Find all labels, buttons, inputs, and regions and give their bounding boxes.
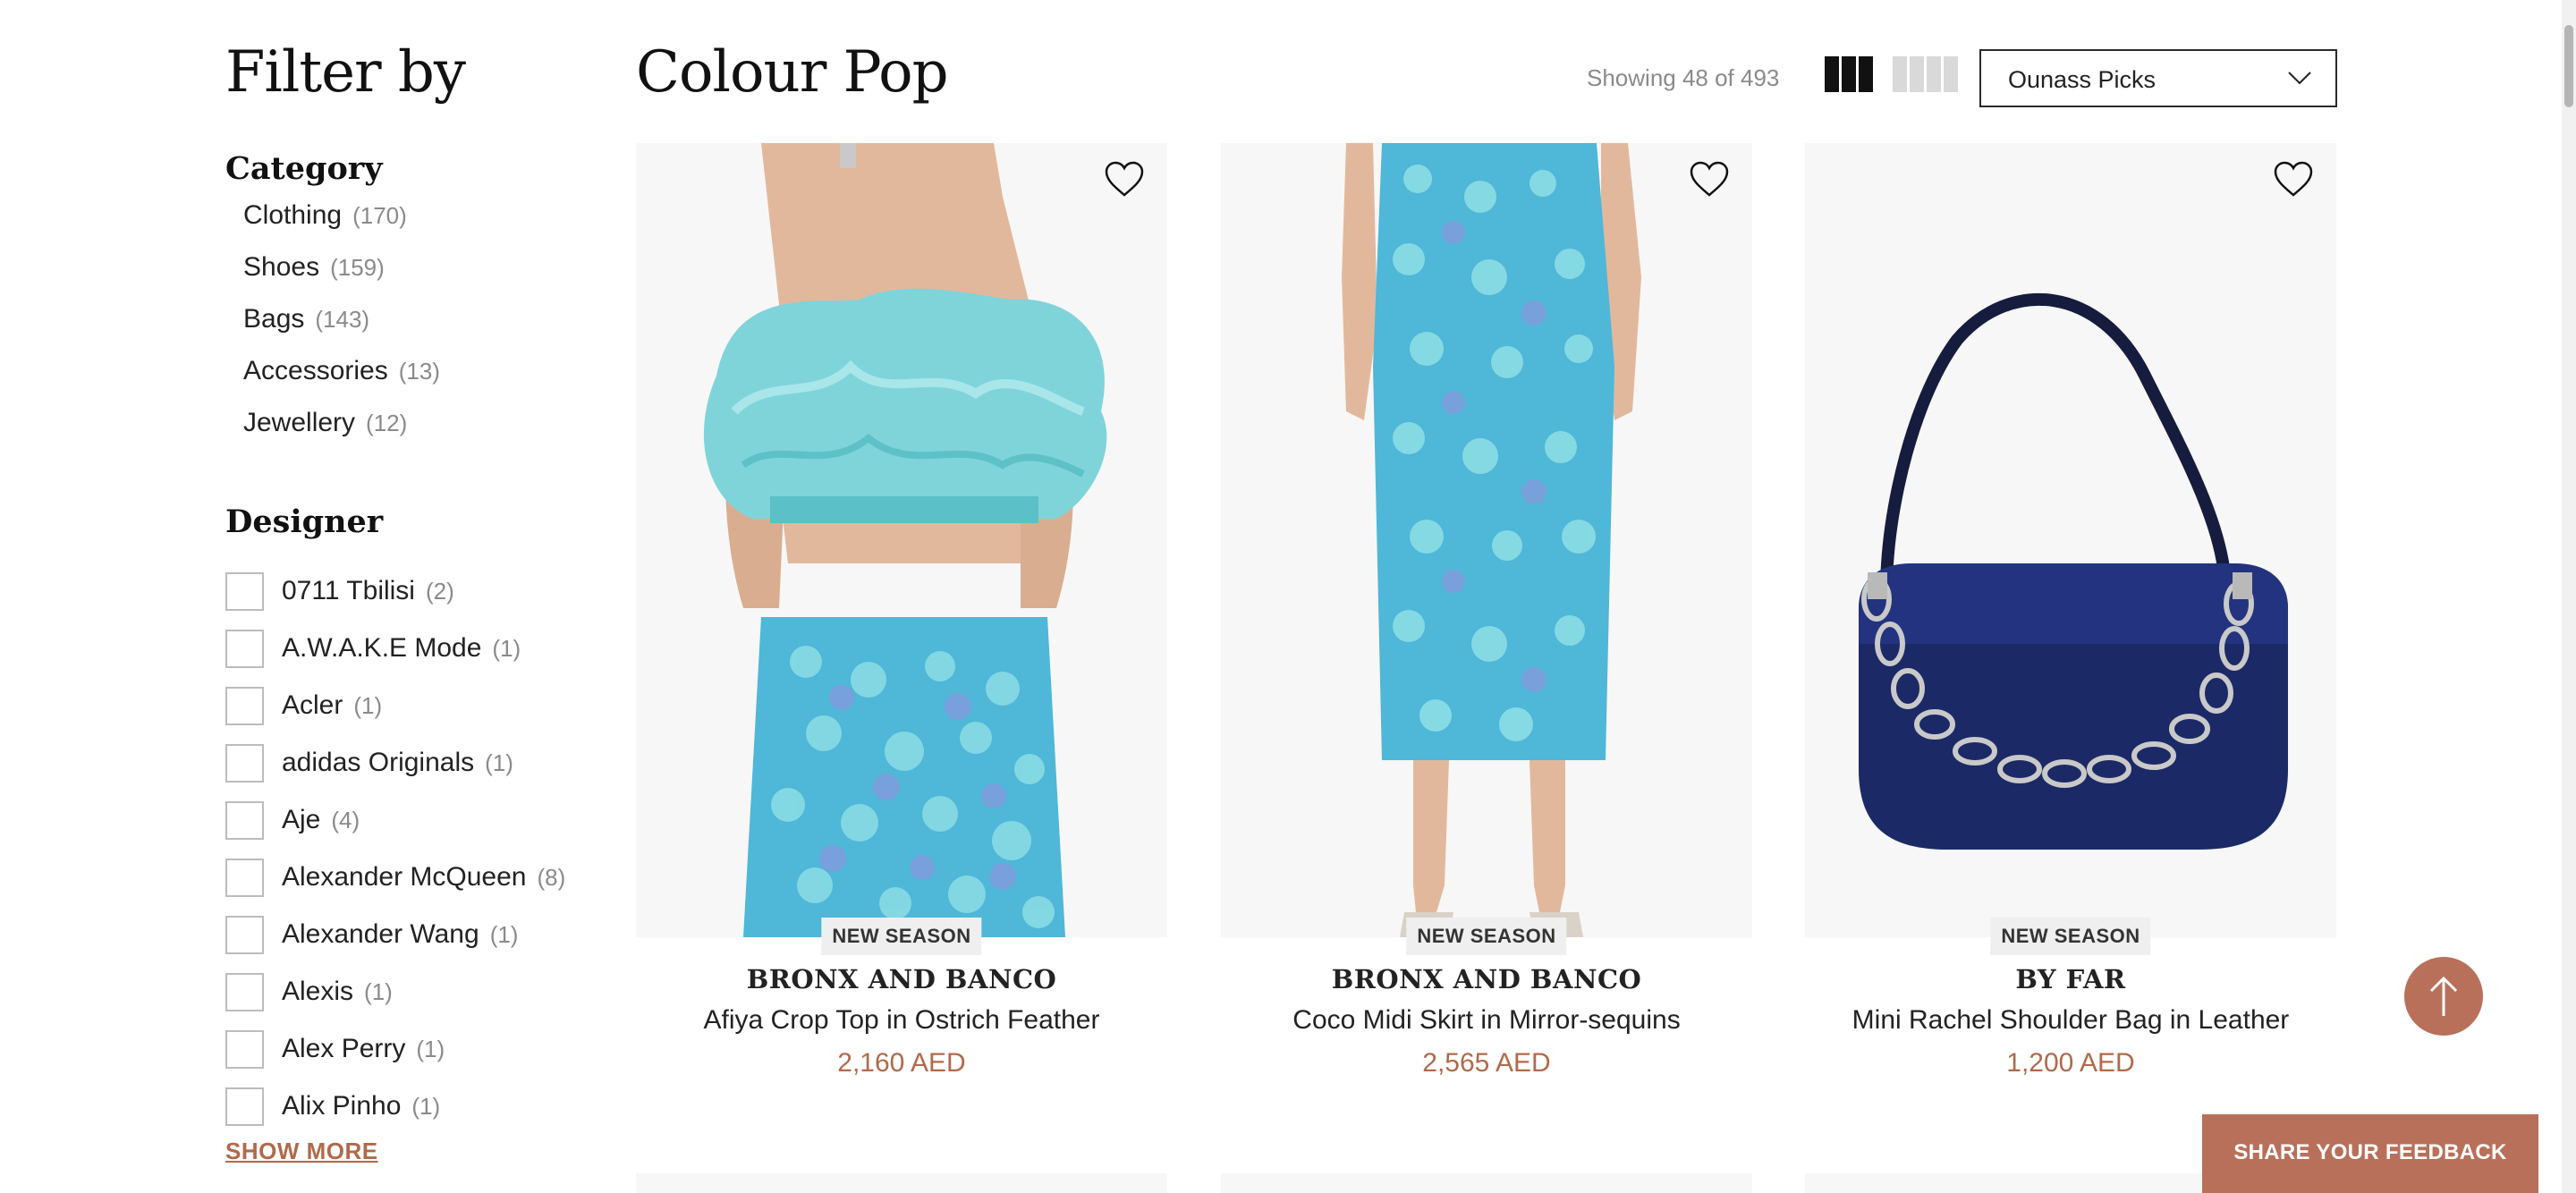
product-price: 2,565 AED xyxy=(1422,1048,1551,1078)
grid-3-columns-icon[interactable] xyxy=(1825,56,1873,92)
designer-label: Alix Pinho xyxy=(282,1091,402,1121)
heart-icon[interactable] xyxy=(1105,161,1144,199)
product-photo-midi-skirt xyxy=(1221,143,1752,937)
product-image[interactable] xyxy=(636,143,1167,937)
product-card-next-row xyxy=(1221,1173,1752,1193)
product-price: 1,200 AED xyxy=(2006,1048,2135,1078)
product-brand: BRONX AND BANCO xyxy=(1331,964,1642,994)
arrow-up-icon xyxy=(2429,976,2458,1016)
category-item-clothing[interactable]: Clothing (170) xyxy=(243,200,440,252)
product-image[interactable] xyxy=(1221,143,1752,937)
category-label: Clothing xyxy=(243,200,343,230)
designer-item[interactable]: Alexander Wang (1) xyxy=(225,906,565,963)
designer-count: (1) xyxy=(353,691,383,719)
designer-label: Alexander McQueen xyxy=(282,862,527,892)
designer-item[interactable]: Alexis (1) xyxy=(225,963,565,1020)
designer-count: (8) xyxy=(537,863,566,891)
designer-item[interactable]: Acler (1) xyxy=(225,677,565,734)
designer-item[interactable]: A.W.A.K.E Mode (1) xyxy=(225,620,565,677)
new-season-badge: NEW SEASON xyxy=(1990,918,2151,955)
category-count: (159) xyxy=(330,254,385,281)
designer-checkbox[interactable] xyxy=(225,743,264,783)
product-brand: BY FAR xyxy=(2015,964,2126,994)
designer-checkbox[interactable] xyxy=(225,686,264,725)
scrollbar-thumb[interactable] xyxy=(2564,25,2573,107)
designer-item[interactable]: Aje (4) xyxy=(225,791,565,849)
chevron-down-icon xyxy=(2288,72,2311,85)
category-count: (12) xyxy=(366,410,408,436)
designer-count: (1) xyxy=(416,1035,445,1062)
designer-label: Acler xyxy=(282,690,343,720)
category-count: (143) xyxy=(315,306,370,333)
page-title: Colour Pop xyxy=(636,39,949,106)
designer-label: Aje xyxy=(282,805,321,834)
product-card-next-row xyxy=(636,1173,1167,1193)
designer-item[interactable]: Alexander McQueen (8) xyxy=(225,849,565,906)
designer-count: (4) xyxy=(331,806,360,833)
designer-checkbox[interactable] xyxy=(225,1087,264,1126)
category-label: Accessories xyxy=(243,356,388,385)
designer-label: Alexis xyxy=(282,977,354,1006)
designer-checkbox[interactable] xyxy=(225,1029,264,1069)
grid-4-columns-icon[interactable] xyxy=(1893,56,1958,92)
product-name[interactable]: Afiya Crop Top in Ostrich Feather xyxy=(636,1005,1167,1036)
page-scrollbar[interactable] xyxy=(2562,0,2576,1193)
sort-dropdown[interactable]: Ounass Picks xyxy=(1979,49,2337,107)
product-photo-shoulder-bag xyxy=(1805,143,2336,937)
designer-label: 0711 Tbilisi xyxy=(282,576,415,605)
share-feedback-button[interactable]: SHARE YOUR FEEDBACK xyxy=(2202,1114,2538,1193)
product-price: 2,160 AED xyxy=(837,1048,966,1078)
category-list: Clothing (170) Shoes (159) Bags (143) Ac… xyxy=(243,200,440,460)
designer-label: Alexander Wang xyxy=(282,919,479,949)
designer-heading: Designer xyxy=(225,503,384,540)
new-season-badge: NEW SEASON xyxy=(821,918,982,955)
product-name[interactable]: Mini Rachel Shoulder Bag in Leather xyxy=(1805,1005,2336,1036)
designer-checkbox[interactable] xyxy=(225,972,264,1011)
category-count: (13) xyxy=(398,358,440,385)
product-name[interactable]: Coco Midi Skirt in Mirror-sequins xyxy=(1221,1005,1752,1036)
heart-icon[interactable] xyxy=(2274,161,2313,199)
designer-label: adidas Originals xyxy=(282,748,475,777)
designer-count: (1) xyxy=(492,634,521,662)
designer-label: A.W.A.K.E Mode xyxy=(282,633,482,663)
designer-item[interactable]: Alix Pinho (1) xyxy=(225,1078,565,1135)
show-more-link[interactable]: SHOW MORE xyxy=(225,1138,378,1165)
category-heading: Category xyxy=(225,150,383,187)
designer-checkbox[interactable] xyxy=(225,629,264,668)
category-label: Shoes xyxy=(243,252,320,282)
category-item-shoes[interactable]: Shoes (159) xyxy=(243,252,440,304)
designer-count: (1) xyxy=(485,749,513,776)
designer-count: (1) xyxy=(411,1092,441,1120)
designer-count: (2) xyxy=(425,577,454,605)
heart-icon[interactable] xyxy=(1690,161,1729,199)
filter-title: Filter by xyxy=(225,39,466,106)
sort-selected-value: Ounass Picks xyxy=(2008,66,2157,93)
designer-list: 0711 Tbilisi (2) A.W.A.K.E Mode (1) Acle… xyxy=(225,563,565,1135)
designer-item[interactable]: adidas Originals (1) xyxy=(225,734,565,791)
product-brand: BRONX AND BANCO xyxy=(746,964,1057,994)
category-label: Bags xyxy=(243,304,305,334)
designer-count: (1) xyxy=(364,977,393,1005)
designer-checkbox[interactable] xyxy=(225,915,264,954)
category-item-accessories[interactable]: Accessories (13) xyxy=(243,356,440,408)
designer-label: Alex Perry xyxy=(282,1034,406,1063)
category-count: (170) xyxy=(352,202,407,229)
product-photo-crop-top xyxy=(636,143,1167,937)
designer-checkbox[interactable] xyxy=(225,571,264,611)
designer-item[interactable]: Alex Perry (1) xyxy=(225,1020,565,1078)
new-season-badge: NEW SEASON xyxy=(1406,918,1567,955)
category-label: Jewellery xyxy=(243,408,356,437)
category-item-bags[interactable]: Bags (143) xyxy=(243,304,440,356)
designer-checkbox[interactable] xyxy=(225,858,264,897)
designer-checkbox[interactable] xyxy=(225,800,264,840)
designer-item[interactable]: 0711 Tbilisi (2) xyxy=(225,563,565,620)
product-image[interactable] xyxy=(1805,143,2336,937)
scroll-to-top-button[interactable] xyxy=(2404,957,2483,1036)
designer-count: (1) xyxy=(489,920,519,948)
results-count: Showing 48 of 493 xyxy=(1587,64,1780,91)
category-item-jewellery[interactable]: Jewellery (12) xyxy=(243,408,440,460)
